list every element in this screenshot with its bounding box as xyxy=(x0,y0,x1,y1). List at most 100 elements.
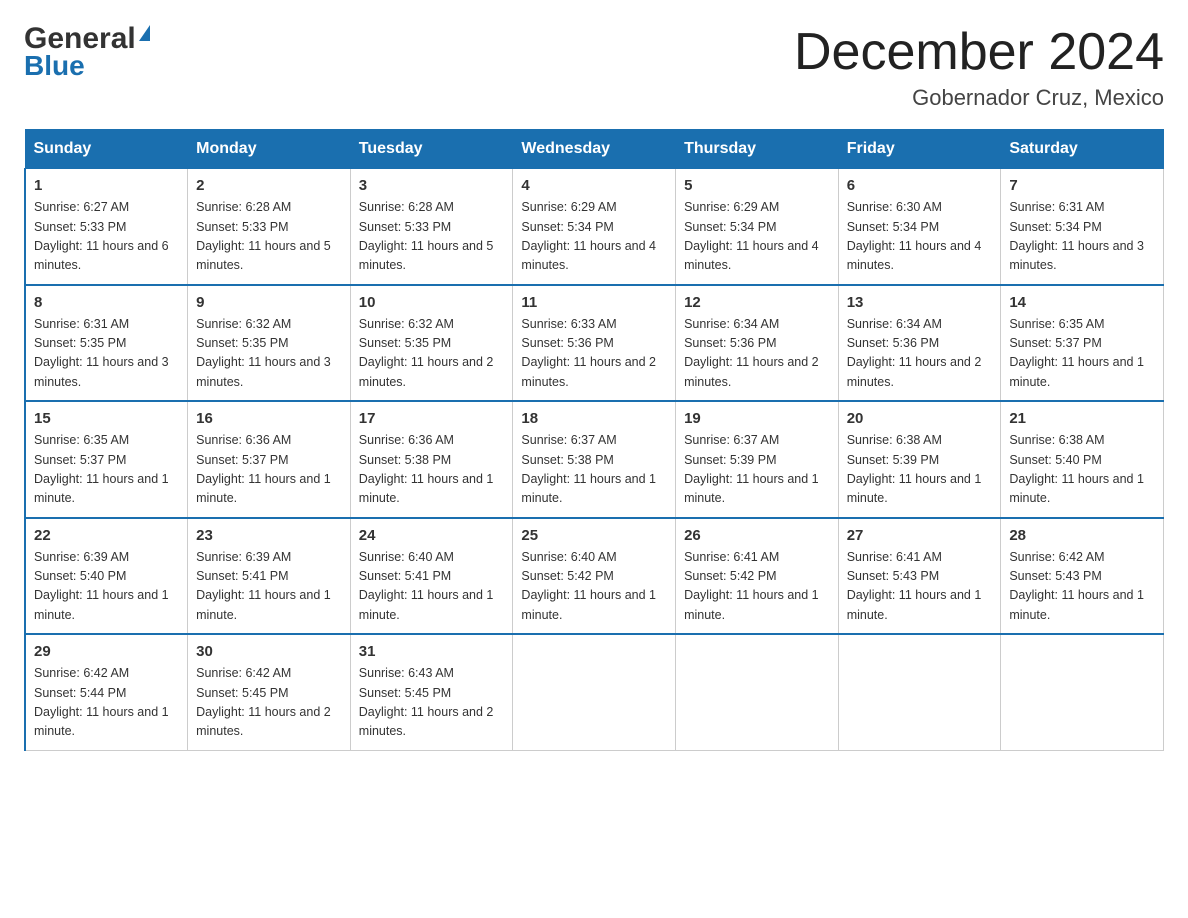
logo: General Blue xyxy=(24,24,150,82)
day-info: Sunrise: 6:40 AMSunset: 5:42 PMDaylight:… xyxy=(521,548,667,626)
day-number: 29 xyxy=(34,643,179,660)
day-number: 9 xyxy=(196,294,342,311)
calendar-cell xyxy=(1001,634,1164,750)
day-info: Sunrise: 6:32 AMSunset: 5:35 PMDaylight:… xyxy=(196,315,342,393)
calendar-cell: 19 Sunrise: 6:37 AMSunset: 5:39 PMDayligh… xyxy=(676,401,839,518)
header-wednesday: Wednesday xyxy=(513,130,676,169)
calendar-cell: 27Sunrise: 6:41 AMSunset: 5:43 PMDayligh… xyxy=(838,518,1001,635)
day-info: Sunrise: 6:35 AMSunset: 5:37 PMDaylight:… xyxy=(1009,315,1155,393)
day-info: Sunrise: 6:36 AMSunset: 5:37 PMDaylight:… xyxy=(196,431,342,509)
calendar-cell: 1 Sunrise: 6:27 AMSunset: 5:33 PMDaylight… xyxy=(25,169,188,285)
day-info: Sunrise: 6:31 AMSunset: 5:34 PMDaylight:… xyxy=(1009,198,1155,276)
day-number: 20 xyxy=(847,410,993,427)
page-header: General Blue December 2024 Gobernador Cr… xyxy=(24,24,1164,111)
calendar-cell: 22 Sunrise: 6:39 AMSunset: 5:40 PMDayligh… xyxy=(25,518,188,635)
day-info: Sunrise: 6:39 AMSunset: 5:41 PMDaylight:… xyxy=(196,548,342,626)
day-number: 16 xyxy=(196,410,342,427)
day-info: Sunrise: 6:42 AMSunset: 5:45 PMDaylight:… xyxy=(196,664,342,742)
day-number: 23 xyxy=(196,527,342,544)
calendar-cell: 8 Sunrise: 6:31 AMSunset: 5:35 PMDaylight… xyxy=(25,285,188,402)
day-number: 28 xyxy=(1009,527,1155,544)
day-info: Sunrise: 6:30 AMSunset: 5:34 PMDaylight:… xyxy=(847,198,993,276)
day-info: Sunrise: 6:33 AMSunset: 5:36 PMDaylight:… xyxy=(521,315,667,393)
calendar-table: SundayMondayTuesdayWednesdayThursdayFrid… xyxy=(24,129,1164,751)
day-number: 8 xyxy=(34,294,179,311)
header-saturday: Saturday xyxy=(1001,130,1164,169)
calendar-cell: 25Sunrise: 6:40 AMSunset: 5:42 PMDayligh… xyxy=(513,518,676,635)
day-number: 26 xyxy=(684,527,830,544)
calendar-cell: 20 Sunrise: 6:38 AMSunset: 5:39 PMDayligh… xyxy=(838,401,1001,518)
day-info: Sunrise: 6:39 AMSunset: 5:40 PMDaylight:… xyxy=(34,548,179,626)
day-number: 22 xyxy=(34,527,179,544)
day-info: Sunrise: 6:36 AMSunset: 5:38 PMDaylight:… xyxy=(359,431,505,509)
calendar-cell: 15 Sunrise: 6:35 AMSunset: 5:37 PMDayligh… xyxy=(25,401,188,518)
week-row-4: 22 Sunrise: 6:39 AMSunset: 5:40 PMDayligh… xyxy=(25,518,1164,635)
month-title: December 2024 xyxy=(794,24,1164,81)
day-info: Sunrise: 6:40 AMSunset: 5:41 PMDaylight:… xyxy=(359,548,505,626)
day-info: Sunrise: 6:34 AMSunset: 5:36 PMDaylight:… xyxy=(684,315,830,393)
day-info: Sunrise: 6:31 AMSunset: 5:35 PMDaylight:… xyxy=(34,315,179,393)
logo-blue: Blue xyxy=(24,50,85,82)
calendar-cell: 11 Sunrise: 6:33 AMSunset: 5:36 PMDayligh… xyxy=(513,285,676,402)
calendar-cell: 29 Sunrise: 6:42 AMSunset: 5:44 PMDayligh… xyxy=(25,634,188,750)
calendar-cell: 6 Sunrise: 6:30 AMSunset: 5:34 PMDaylight… xyxy=(838,169,1001,285)
header-row: SundayMondayTuesdayWednesdayThursdayFrid… xyxy=(25,130,1164,169)
day-info: Sunrise: 6:29 AMSunset: 5:34 PMDaylight:… xyxy=(521,198,667,276)
header-sunday: Sunday xyxy=(25,130,188,169)
day-number: 5 xyxy=(684,177,830,194)
day-number: 7 xyxy=(1009,177,1155,194)
header-monday: Monday xyxy=(188,130,351,169)
calendar-cell: 30 Sunrise: 6:42 AMSunset: 5:45 PMDayligh… xyxy=(188,634,351,750)
calendar-cell: 14 Sunrise: 6:35 AMSunset: 5:37 PMDayligh… xyxy=(1001,285,1164,402)
day-number: 15 xyxy=(34,410,179,427)
day-info: Sunrise: 6:29 AMSunset: 5:34 PMDaylight:… xyxy=(684,198,830,276)
header-friday: Friday xyxy=(838,130,1001,169)
day-number: 18 xyxy=(521,410,667,427)
calendar-cell: 4Sunrise: 6:29 AMSunset: 5:34 PMDaylight… xyxy=(513,169,676,285)
day-info: Sunrise: 6:42 AMSunset: 5:43 PMDaylight:… xyxy=(1009,548,1155,626)
calendar-cell: 23 Sunrise: 6:39 AMSunset: 5:41 PMDayligh… xyxy=(188,518,351,635)
calendar-cell xyxy=(513,634,676,750)
week-row-2: 8 Sunrise: 6:31 AMSunset: 5:35 PMDaylight… xyxy=(25,285,1164,402)
calendar-cell: 18Sunrise: 6:37 AMSunset: 5:38 PMDayligh… xyxy=(513,401,676,518)
calendar-cell: 2Sunrise: 6:28 AMSunset: 5:33 PMDaylight… xyxy=(188,169,351,285)
calendar-cell: 26Sunrise: 6:41 AMSunset: 5:42 PMDayligh… xyxy=(676,518,839,635)
calendar-cell: 31 Sunrise: 6:43 AMSunset: 5:45 PMDayligh… xyxy=(350,634,513,750)
day-number: 24 xyxy=(359,527,505,544)
day-number: 6 xyxy=(847,177,993,194)
day-number: 1 xyxy=(34,177,179,194)
day-number: 11 xyxy=(521,294,667,311)
location-subtitle: Gobernador Cruz, Mexico xyxy=(794,85,1164,111)
week-row-1: 1 Sunrise: 6:27 AMSunset: 5:33 PMDaylight… xyxy=(25,169,1164,285)
week-row-5: 29 Sunrise: 6:42 AMSunset: 5:44 PMDayligh… xyxy=(25,634,1164,750)
day-number: 31 xyxy=(359,643,505,660)
day-info: Sunrise: 6:35 AMSunset: 5:37 PMDaylight:… xyxy=(34,431,179,509)
calendar-cell: 21 Sunrise: 6:38 AMSunset: 5:40 PMDayligh… xyxy=(1001,401,1164,518)
day-number: 21 xyxy=(1009,410,1155,427)
day-info: Sunrise: 6:38 AMSunset: 5:40 PMDaylight:… xyxy=(1009,431,1155,509)
day-number: 30 xyxy=(196,643,342,660)
day-info: Sunrise: 6:42 AMSunset: 5:44 PMDaylight:… xyxy=(34,664,179,742)
calendar-cell xyxy=(838,634,1001,750)
calendar-cell: 24 Sunrise: 6:40 AMSunset: 5:41 PMDayligh… xyxy=(350,518,513,635)
day-info: Sunrise: 6:37 AMSunset: 5:39 PMDaylight:… xyxy=(684,431,830,509)
calendar-cell: 16 Sunrise: 6:36 AMSunset: 5:37 PMDayligh… xyxy=(188,401,351,518)
day-info: Sunrise: 6:43 AMSunset: 5:45 PMDaylight:… xyxy=(359,664,505,742)
calendar-cell: 17 Sunrise: 6:36 AMSunset: 5:38 PMDayligh… xyxy=(350,401,513,518)
logo-triangle-icon xyxy=(139,25,150,41)
calendar-cell: 7 Sunrise: 6:31 AMSunset: 5:34 PMDaylight… xyxy=(1001,169,1164,285)
calendar-cell xyxy=(676,634,839,750)
day-number: 17 xyxy=(359,410,505,427)
day-info: Sunrise: 6:34 AMSunset: 5:36 PMDaylight:… xyxy=(847,315,993,393)
title-area: December 2024 Gobernador Cruz, Mexico xyxy=(794,24,1164,111)
day-number: 10 xyxy=(359,294,505,311)
day-number: 12 xyxy=(684,294,830,311)
week-row-3: 15 Sunrise: 6:35 AMSunset: 5:37 PMDayligh… xyxy=(25,401,1164,518)
day-number: 13 xyxy=(847,294,993,311)
calendar-cell: 12 Sunrise: 6:34 AMSunset: 5:36 PMDayligh… xyxy=(676,285,839,402)
day-number: 14 xyxy=(1009,294,1155,311)
day-number: 19 xyxy=(684,410,830,427)
header-tuesday: Tuesday xyxy=(350,130,513,169)
day-info: Sunrise: 6:38 AMSunset: 5:39 PMDaylight:… xyxy=(847,431,993,509)
day-info: Sunrise: 6:27 AMSunset: 5:33 PMDaylight:… xyxy=(34,198,179,276)
